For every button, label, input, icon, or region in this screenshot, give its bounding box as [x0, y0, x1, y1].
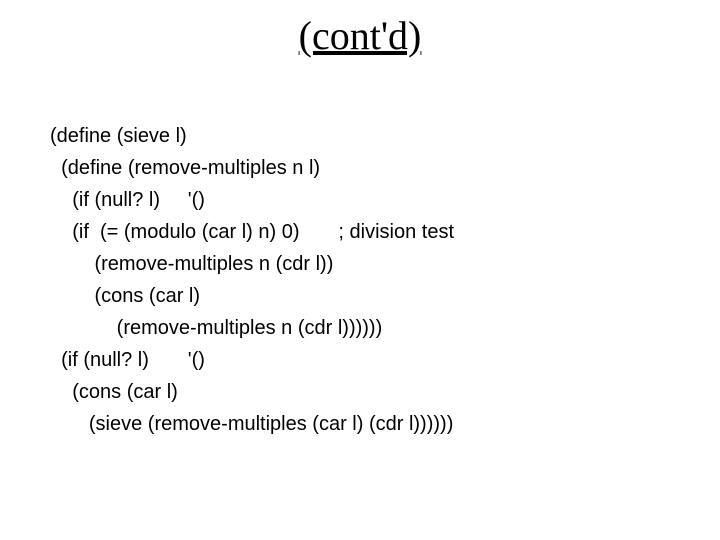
code-line: (define (sieve l): [50, 125, 187, 147]
code-line: (remove-multiples n (cdr l)): [50, 253, 333, 275]
code-line: (sieve (remove-multiples (car l) (cdr l)…: [50, 413, 453, 435]
code-block: (define (sieve l) (define (remove-multip…: [50, 88, 454, 440]
code-line: (if (= (modulo (car l) n) 0) ; division …: [50, 221, 454, 243]
code-line: (define (remove-multiples n l): [50, 157, 320, 179]
slide-title: (cont'd): [0, 12, 720, 59]
slide: (cont'd) (define (sieve l) (define (remo…: [0, 0, 720, 540]
code-line: (if (null? l) '(): [50, 189, 205, 211]
code-line: (if (null? l) '(): [50, 349, 205, 371]
code-line: (remove-multiples n (cdr l)))))): [50, 317, 382, 339]
code-line: (cons (car l): [50, 381, 178, 403]
code-line: (cons (car l): [50, 285, 200, 307]
